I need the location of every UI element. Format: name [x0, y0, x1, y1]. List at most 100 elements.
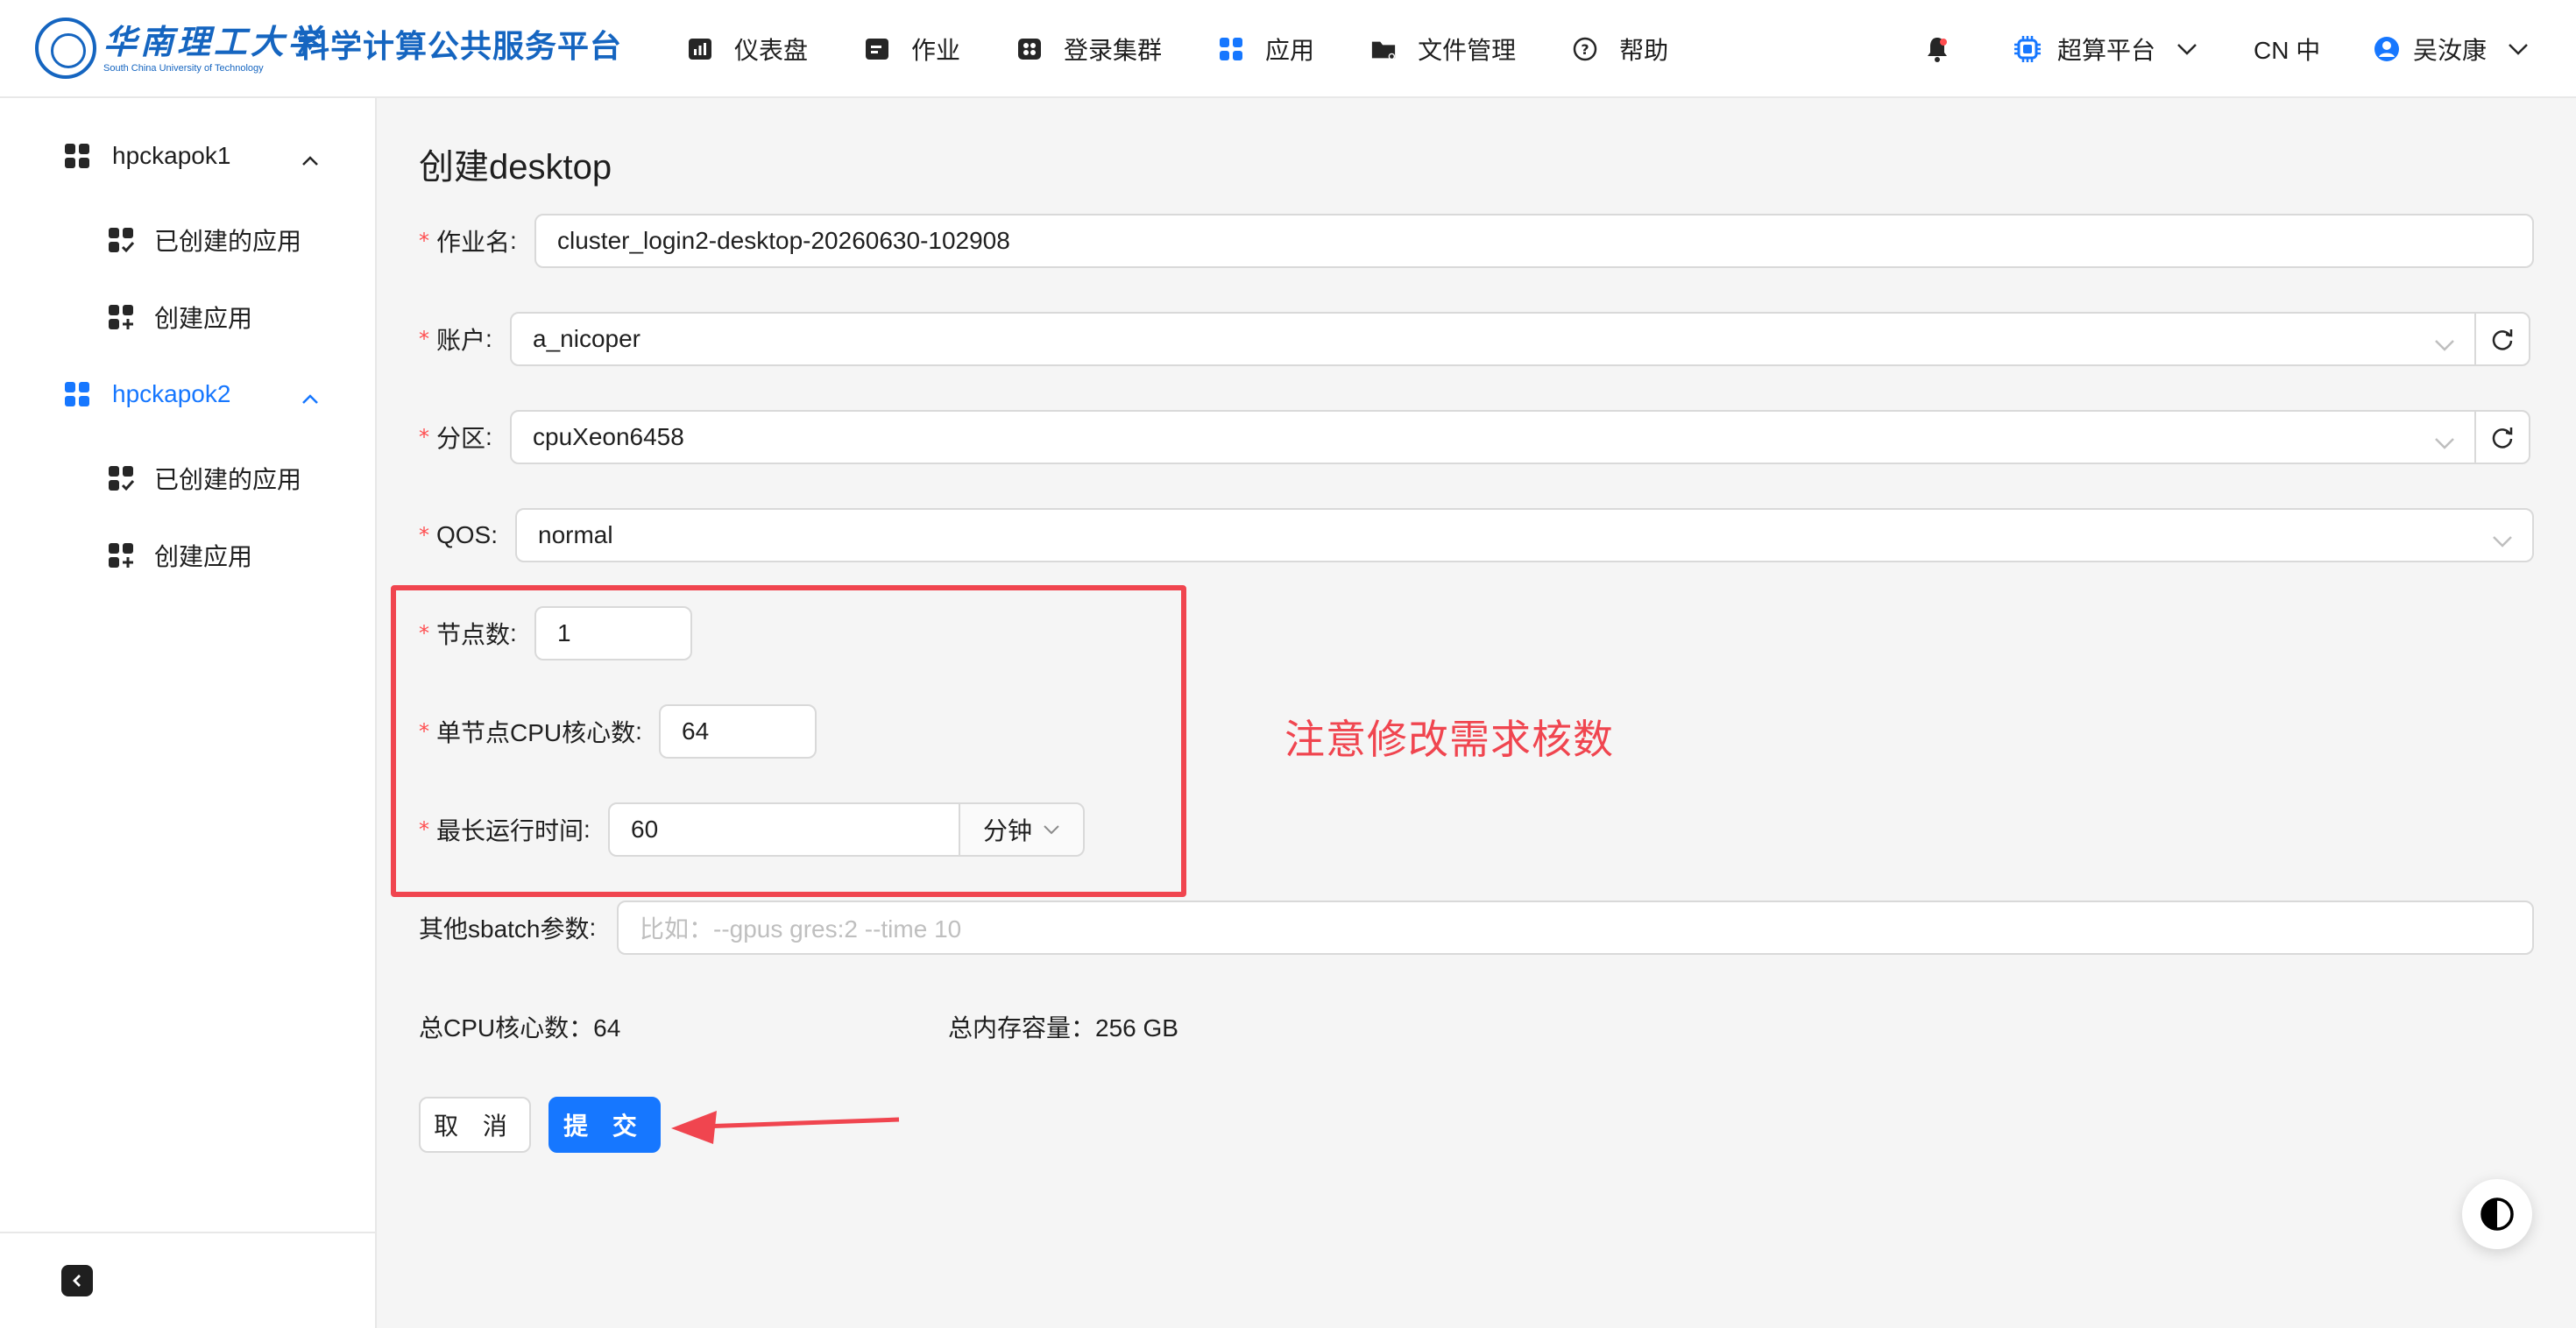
- job-name-label: * 作业名:: [419, 227, 517, 256]
- required-mark: *: [419, 327, 429, 351]
- cluster-icon: [1016, 36, 1043, 62]
- job-icon: [864, 36, 890, 62]
- required-mark: *: [419, 621, 429, 646]
- runtime-unit-value: 分钟: [983, 817, 1033, 844]
- cpu-per-node-input[interactable]: 64: [659, 704, 817, 759]
- platform-title: 科学计算公共服务平台: [298, 28, 623, 64]
- platform-selector[interactable]: 超算平台: [2012, 32, 2197, 67]
- university-logo[interactable]: 华南理工大学 South China University of Technol…: [35, 18, 324, 79]
- sidebar-item-label: 已创建的应用: [154, 228, 302, 255]
- theme-toggle-button[interactable]: [2462, 1179, 2532, 1249]
- sidebar-item-created-apps-1[interactable]: 已创建的应用: [107, 223, 301, 258]
- nav-label: 帮助: [1619, 37, 1669, 64]
- chevron-left-icon: [70, 1273, 84, 1289]
- help-icon: ?: [1572, 36, 1598, 62]
- apps-icon: [1218, 36, 1244, 62]
- sidebar-group-hpckapok2[interactable]: hpckapok2: [63, 380, 318, 408]
- platform-selector-label: 超算平台: [2057, 37, 2156, 64]
- annotation-note: 注意修改需求核数: [1284, 717, 1614, 762]
- sbatch-input[interactable]: 比如：--gpus gres:2 --time 10: [617, 901, 2534, 955]
- nav-help[interactable]: ? 帮助: [1572, 32, 1668, 67]
- required-mark: *: [419, 719, 429, 744]
- partition-select-value: cpuXeon6458: [533, 423, 684, 450]
- nav-files[interactable]: 文件管理: [1370, 32, 1516, 67]
- page-title: 创建desktop: [419, 148, 612, 187]
- account-refresh-button[interactable]: [2474, 312, 2530, 366]
- qos-label: * QOS:: [419, 521, 499, 548]
- sidebar-item-label: 创建应用: [154, 305, 253, 332]
- nav-apps[interactable]: 应用: [1218, 32, 1314, 67]
- dashboard-icon: [687, 36, 713, 62]
- qos-select[interactable]: normal: [515, 508, 2534, 562]
- annotation-arrow-icon: [671, 1111, 900, 1144]
- nav-label: 作业: [911, 37, 961, 64]
- group-apps-icon: [63, 142, 91, 170]
- required-mark: *: [419, 523, 429, 547]
- nav-label: 文件管理: [1418, 37, 1517, 64]
- required-mark: *: [419, 425, 429, 449]
- user-menu[interactable]: 吴汝康: [2373, 32, 2529, 67]
- account-select[interactable]: a_nicoper: [510, 312, 2476, 366]
- partition-refresh-button[interactable]: [2474, 410, 2530, 464]
- user-avatar-icon: [2373, 35, 2401, 63]
- sidebar-divider: [0, 1232, 375, 1233]
- sidebar-item-created-apps-2[interactable]: 已创建的应用: [107, 461, 301, 496]
- nodes-input[interactable]: 1: [534, 606, 692, 660]
- nodes-label: * 节点数:: [419, 619, 517, 648]
- nav-jobs[interactable]: 作业: [864, 32, 960, 67]
- chevron-down-icon: [2176, 43, 2197, 55]
- chevron-down-icon: [2434, 329, 2455, 357]
- chevron-down-icon: [1043, 824, 1060, 835]
- user-name: 吴汝康: [2413, 37, 2488, 64]
- sidebar-collapse-button[interactable]: [61, 1265, 93, 1296]
- sidebar-item-create-app-2[interactable]: 创建应用: [107, 538, 252, 573]
- cpu-per-node-label: * 单节点CPU核心数:: [419, 717, 642, 746]
- nav-dashboard[interactable]: 仪表盘: [687, 32, 808, 67]
- partition-select[interactable]: cpuXeon6458: [510, 410, 2476, 464]
- logo-cn-text: 华南理工大学: [103, 22, 325, 61]
- refresh-icon: [2489, 424, 2516, 450]
- account-select-value: a_nicoper: [533, 325, 640, 352]
- chip-icon: [2012, 33, 2043, 65]
- university-seal-icon: [35, 18, 96, 79]
- runtime-unit-select[interactable]: 分钟: [959, 802, 1085, 857]
- language-switch[interactable]: CN 中: [2254, 32, 2320, 67]
- max-runtime-input[interactable]: 60: [608, 802, 960, 857]
- sidebar: [0, 98, 377, 1328]
- svg-text:?: ?: [1581, 41, 1589, 58]
- contrast-icon: [2480, 1197, 2515, 1232]
- folder-icon: [1370, 36, 1397, 62]
- job-name-input[interactable]: cluster_login2-desktop-20260630-102908: [534, 214, 2534, 268]
- nav-label: 应用: [1265, 37, 1315, 64]
- required-mark: *: [419, 817, 429, 842]
- sidebar-group-hpckapok1[interactable]: hpckapok1: [63, 142, 318, 170]
- created-apps-icon: [107, 464, 135, 492]
- created-apps-icon: [107, 226, 135, 254]
- account-label: * 账户:: [419, 325, 492, 354]
- chevron-down-icon: [2434, 427, 2455, 456]
- create-app-icon: [107, 541, 135, 569]
- notification-bell-icon[interactable]: [1924, 35, 1950, 67]
- max-runtime-label: * 最长运行时间:: [419, 816, 591, 844]
- nav-label: 登录集群: [1064, 37, 1163, 64]
- qos-select-value: normal: [538, 521, 613, 548]
- total-cpu-summary: 总CPU核心数：64: [419, 1014, 621, 1042]
- partition-label: * 分区:: [419, 423, 492, 452]
- total-memory-summary: 总内存容量：256 GB: [948, 1014, 1178, 1042]
- sidebar-group-label: hpckapok2: [112, 380, 231, 407]
- sidebar-item-create-app-1[interactable]: 创建应用: [107, 300, 252, 335]
- sbatch-label: 其他sbatch参数:: [419, 914, 597, 943]
- submit-button[interactable]: 提 交: [548, 1097, 661, 1153]
- chevron-down-icon: [2492, 526, 2513, 554]
- main-nav: 仪表盘 作业 登录集群 应用 文件管理 ? 帮助: [687, 0, 1724, 98]
- refresh-icon: [2489, 326, 2516, 352]
- cancel-button[interactable]: 取 消: [419, 1097, 531, 1153]
- sidebar-item-label: 已创建的应用: [154, 466, 302, 493]
- nav-label: 仪表盘: [734, 37, 809, 64]
- required-mark: *: [419, 229, 429, 253]
- group-apps-icon: [63, 380, 91, 408]
- logo-en-text: South China University of Technology: [103, 63, 264, 74]
- chevron-down-icon: [2508, 43, 2529, 55]
- chevron-up-icon: [301, 145, 319, 173]
- nav-login-cluster[interactable]: 登录集群: [1016, 32, 1162, 67]
